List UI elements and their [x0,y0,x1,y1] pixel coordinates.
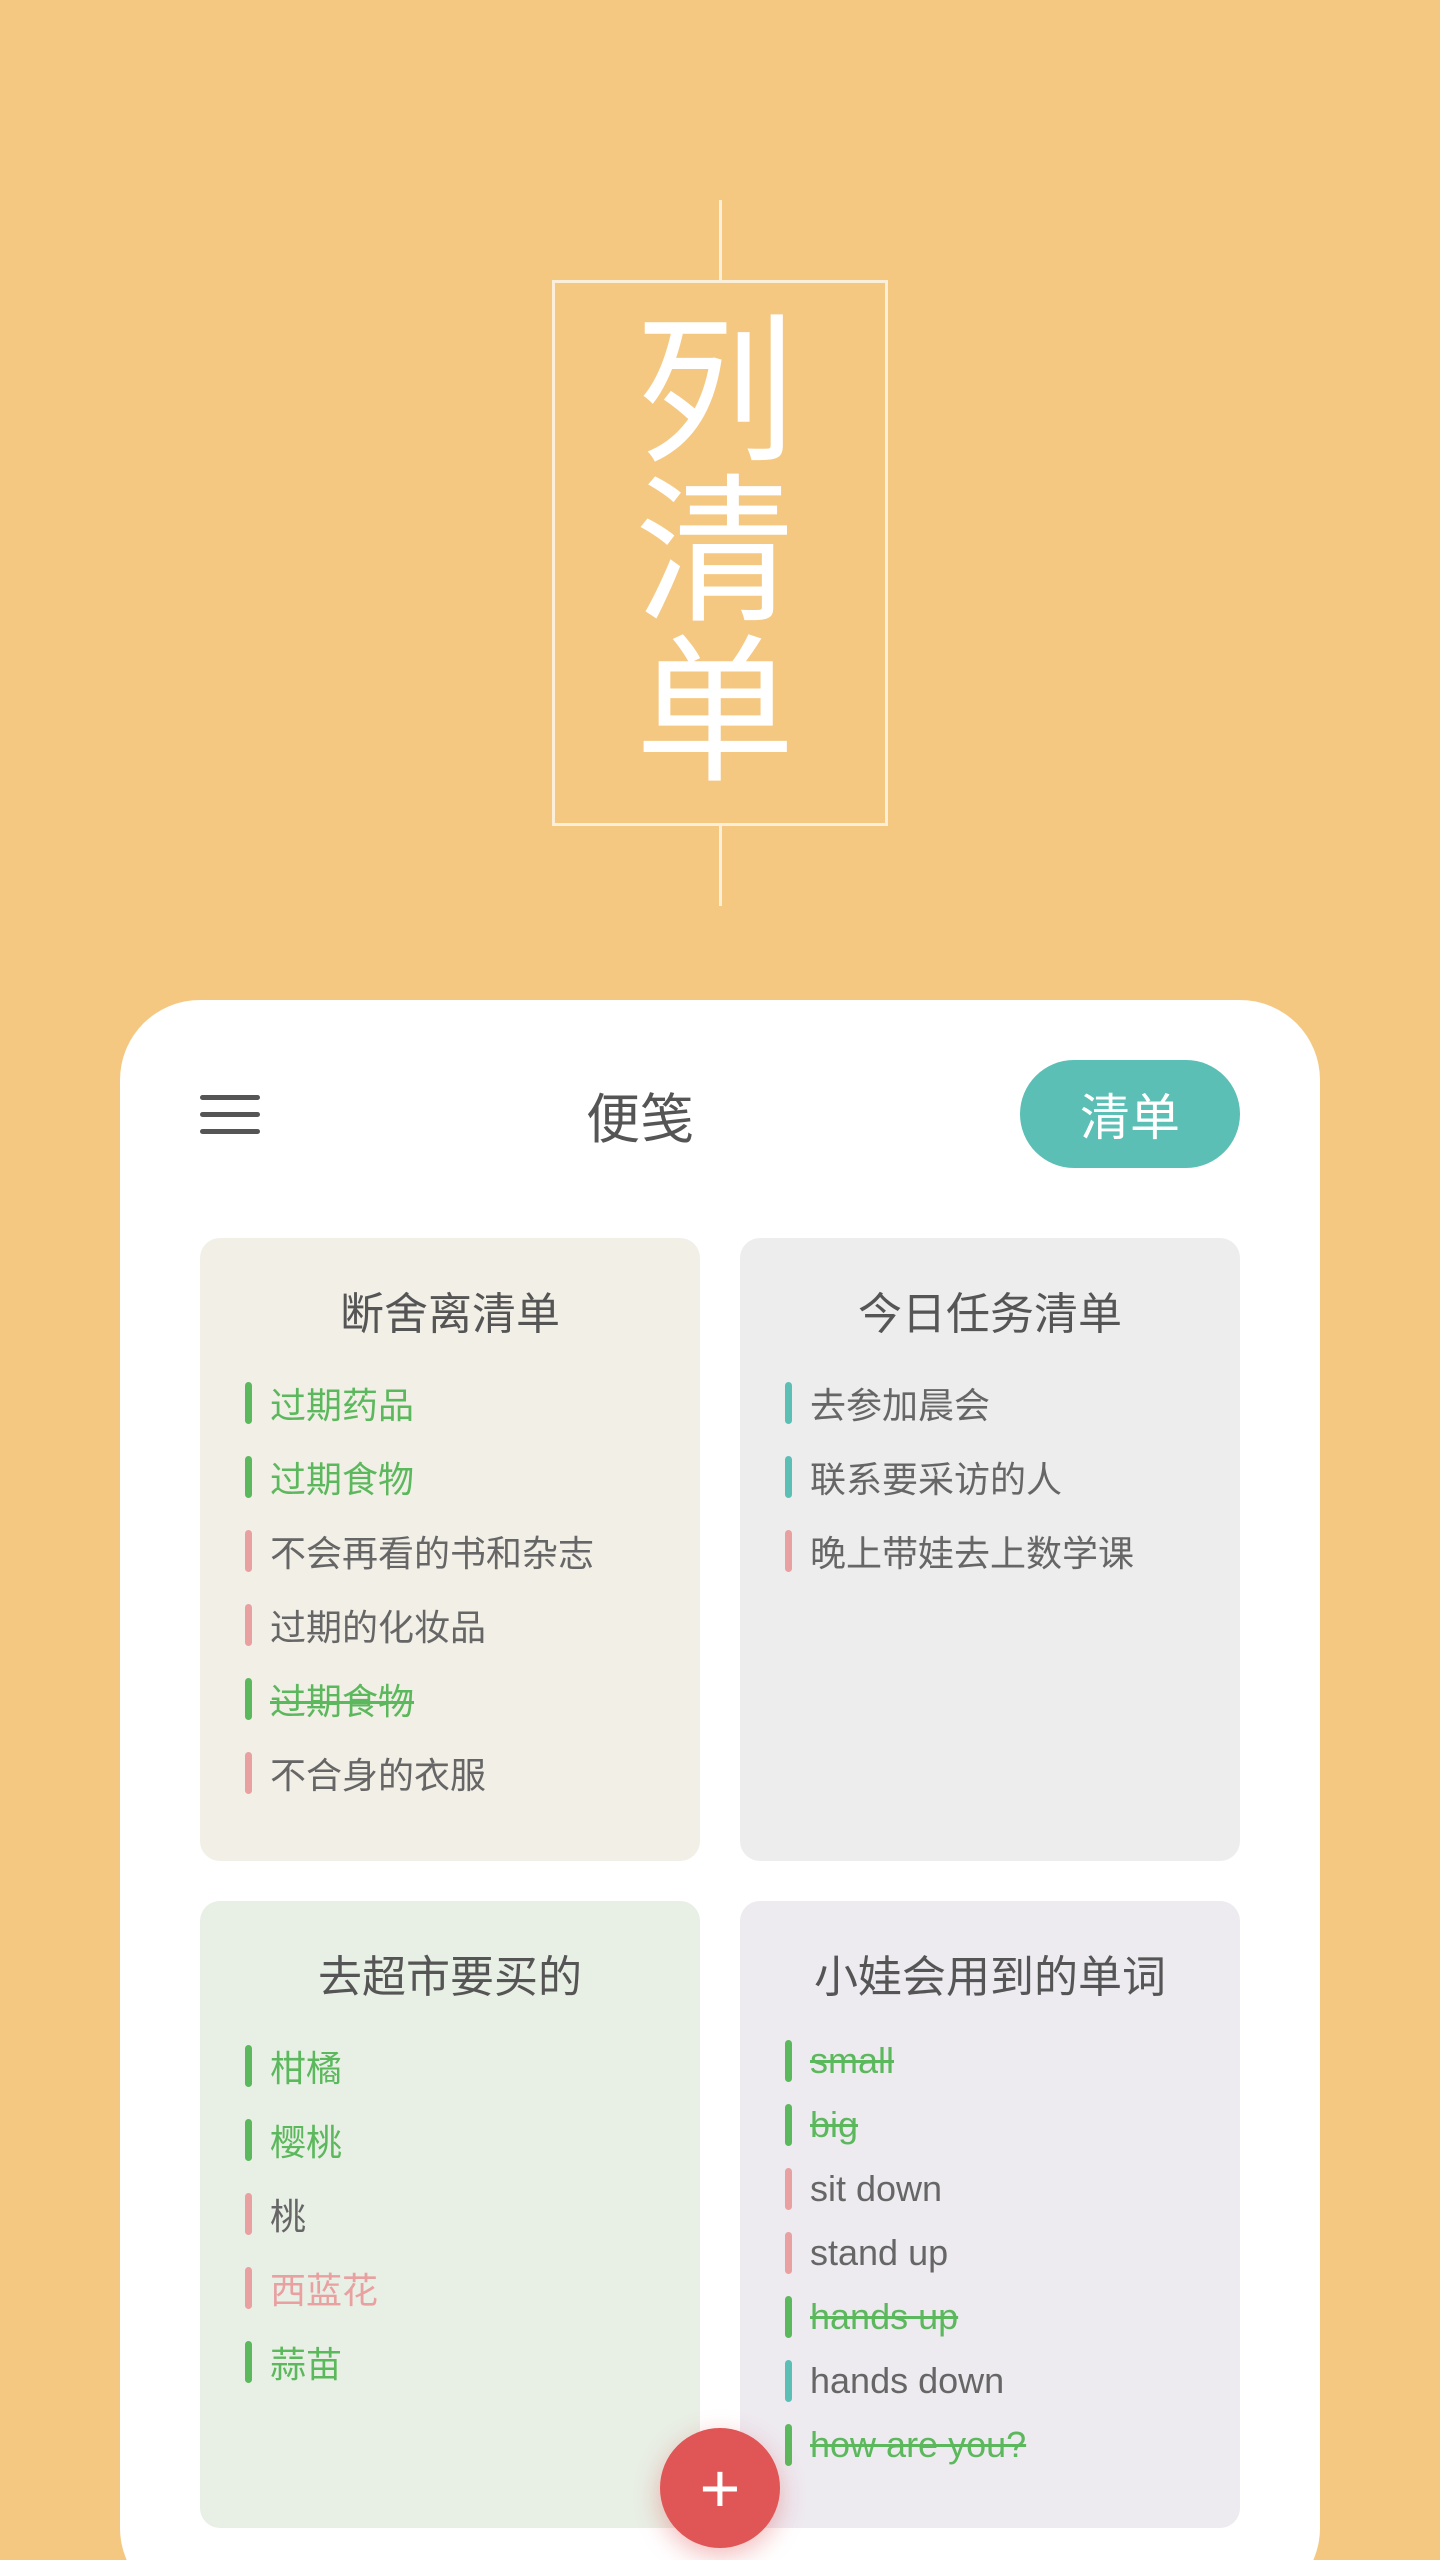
title-box: 列 清 单 [552,280,888,826]
list-item: 樱桃 [245,2114,655,2166]
list-item: 过期食物 [245,1451,655,1503]
list-item: 去参加晨会 [785,1377,1195,1429]
item-text: 晚上带娃去上数学课 [810,1525,1134,1577]
list-item: 过期药品 [245,1377,655,1429]
nav-bar: 便笺 清单 [200,1060,1240,1168]
list-title-3: 去超市要买的 [245,1941,655,2005]
item-bar [785,2168,792,2210]
item-bar [245,2193,252,2235]
nav-notes-tab[interactable]: 便笺 [260,1075,1020,1154]
item-text: 过期药品 [270,1377,414,1429]
main-card: 便笺 清单 断舍离清单 过期药品 过期食物 不会再看的书和杂志 [120,1000,1320,2560]
item-bar [245,1752,252,1794]
item-text: hands up [810,2296,958,2338]
list-title-2: 今日任务清单 [785,1278,1195,1342]
item-text: 柑橘 [270,2040,342,2092]
item-text: 联系要采访的人 [810,1451,1062,1503]
item-text: hands down [810,2360,1004,2402]
item-bar [785,2040,792,2082]
item-bar [785,2104,792,2146]
list-item: 蒜苗 [245,2336,655,2388]
item-text: sit down [810,2168,942,2210]
item-bar [245,2045,252,2087]
list-item: 过期的化妆品 [245,1599,655,1651]
list-card-4: 小娃会用到的单词 small big sit down stand up [740,1901,1240,2528]
list-item: hands up [785,2296,1195,2338]
item-bar [245,2119,252,2161]
item-text: how are you? [810,2424,1026,2466]
list-card-2: 今日任务清单 去参加晨会 联系要采访的人 晚上带娃去上数学课 [740,1238,1240,1861]
item-text: 不会再看的书和杂志 [270,1525,594,1577]
title-line-bottom [718,826,721,906]
hamburger-line-2 [200,1112,260,1117]
list-title-4: 小娃会用到的单词 [785,1941,1195,2005]
list-card-1: 断舍离清单 过期药品 过期食物 不会再看的书和杂志 过期的化妆品 [200,1238,700,1861]
item-bar [785,2232,792,2274]
list-card-3: 去超市要买的 柑橘 樱桃 桃 西蓝花 [200,1901,700,2528]
list-item: 西蓝花 [245,2262,655,2314]
list-title-1: 断舍离清单 [245,1278,655,1342]
item-text: 去参加晨会 [810,1377,990,1429]
list-item: 晚上带娃去上数学课 [785,1525,1195,1577]
item-text: 桃 [270,2188,306,2240]
hamburger-menu[interactable] [200,1095,260,1134]
item-text: 西蓝花 [270,2262,378,2314]
item-text: 樱桃 [270,2114,342,2166]
list-item: 不合身的衣服 [245,1747,655,1799]
add-button[interactable]: + [660,2428,780,2548]
list-item: 联系要采访的人 [785,1451,1195,1503]
item-bar [785,1530,792,1572]
item-text: 蒜苗 [270,2336,342,2388]
list-item: sit down [785,2168,1195,2210]
item-bar [785,2360,792,2402]
item-bar [245,1530,252,1572]
item-text: stand up [810,2232,948,2274]
item-text: 过期的化妆品 [270,1599,486,1651]
item-text: 过期食物 [270,1451,414,1503]
item-bar [785,2424,792,2466]
nav-list-tab[interactable]: 清单 [1020,1060,1240,1168]
item-bar [245,1604,252,1646]
app-background: 列 清 单 便笺 清单 断舍离清单 过期药品 [0,0,1440,2560]
list-item: 过期食物 [245,1673,655,1725]
item-bar [245,1678,252,1720]
title-line-top [718,200,721,280]
item-bar [785,1382,792,1424]
item-bar [245,1382,252,1424]
item-text: small [810,2040,894,2082]
list-item: 柑橘 [245,2040,655,2092]
lists-grid: 断舍离清单 过期药品 过期食物 不会再看的书和杂志 过期的化妆品 [200,1238,1240,2528]
hamburger-line-1 [200,1095,260,1100]
list-item: 桃 [245,2188,655,2240]
item-bar [785,1456,792,1498]
hero-title-section: 列 清 单 [552,200,888,906]
item-bar [245,1456,252,1498]
list-item: hands down [785,2360,1195,2402]
item-text: big [810,2104,858,2146]
item-text: 过期食物 [270,1673,414,1725]
list-item: 不会再看的书和杂志 [245,1525,655,1577]
list-item: stand up [785,2232,1195,2274]
list-item: how are you? [785,2424,1195,2466]
hamburger-line-3 [200,1129,260,1134]
item-bar [245,2267,252,2309]
list-item: small [785,2040,1195,2082]
item-bar [245,2341,252,2383]
list-item: big [785,2104,1195,2146]
page-title: 列 清 单 [635,313,805,793]
item-text: 不合身的衣服 [270,1747,486,1799]
item-bar [785,2296,792,2338]
